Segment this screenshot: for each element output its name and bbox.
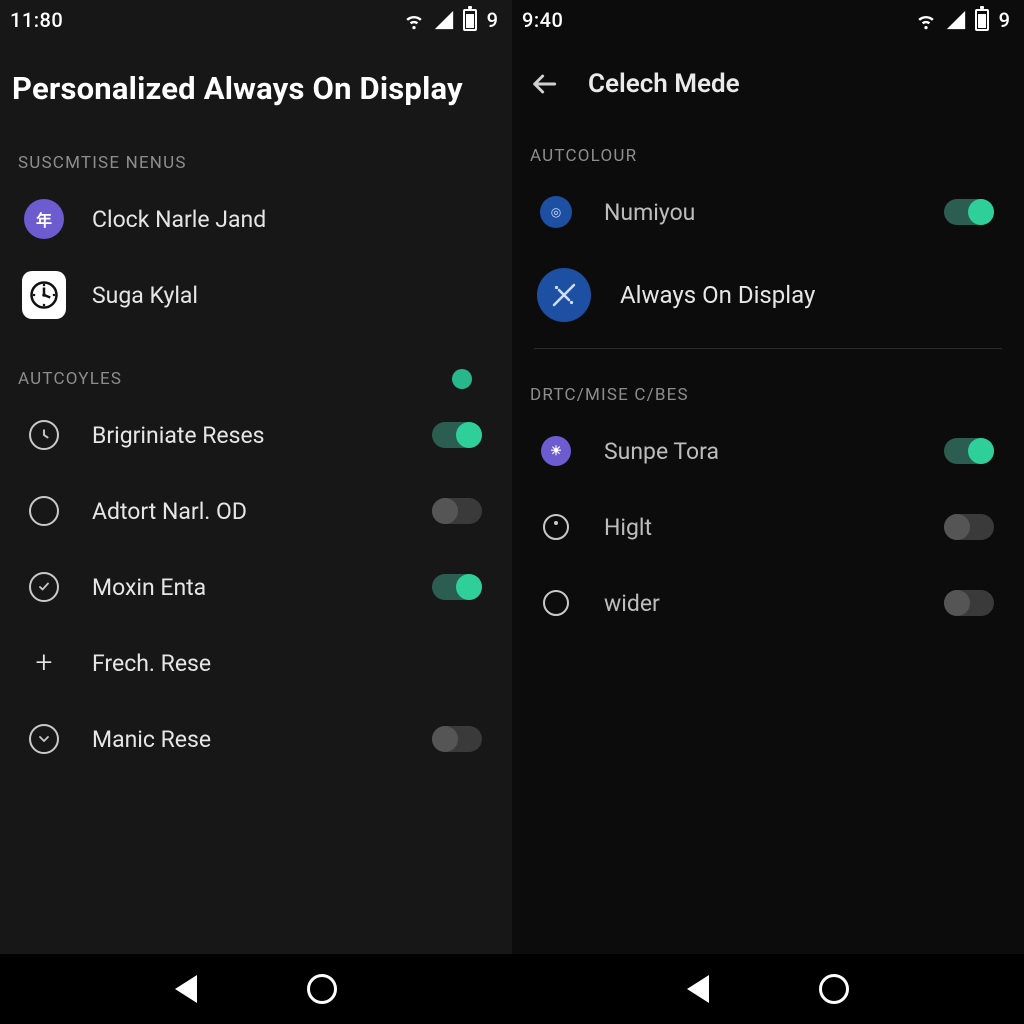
toggle-switch[interactable] [432, 574, 482, 600]
row-label: Adtort Narl. OD [92, 498, 406, 525]
page-title: Celech Mede [588, 69, 740, 99]
clock-style-icon: 年 [22, 197, 66, 241]
battery-icon [975, 9, 989, 31]
feature-icon: ◎ [534, 190, 578, 234]
feature-icon: ☀ [534, 429, 578, 473]
toggle-switch[interactable] [432, 422, 482, 448]
battery-icon [463, 9, 477, 31]
row-moxin[interactable]: Moxin Enta [0, 549, 512, 625]
checkmark-circle-icon [22, 565, 66, 609]
clock-face-icon [22, 273, 66, 317]
app-bar: Personalized Always On Display [0, 40, 512, 117]
row-adtort[interactable]: Adtort Narl. OD [0, 473, 512, 549]
circle-outline-icon [22, 489, 66, 533]
wifi-icon [915, 9, 937, 31]
toggle-switch[interactable] [944, 199, 994, 225]
section-label-autocoyles: AUTCOYLES [0, 333, 512, 397]
chevron-down-circle-icon [22, 717, 66, 761]
row-label: Sunpe Tora [604, 438, 918, 465]
content-area: AUTCOLOUR ◎ Numiyou Always On Display DR… [512, 110, 1024, 1024]
row-label: wider [604, 590, 918, 617]
row-clock-face[interactable]: Suga Kylal [0, 257, 512, 333]
row-sunpe[interactable]: ☀ Sunpe Tora [512, 413, 1024, 489]
row-numiyou[interactable]: ◎ Numiyou [512, 174, 1024, 250]
nav-home-icon[interactable] [819, 974, 849, 1004]
signal-icon [433, 9, 455, 31]
battery-level: 9 [487, 8, 498, 32]
toggle-switch[interactable] [944, 514, 994, 540]
nav-bar [512, 954, 1024, 1024]
row-wider[interactable]: wider [512, 565, 1024, 641]
page-title: Personalized Always On Display [12, 70, 496, 107]
content-area: SUSCMTISE NENUS 年 Clock Narle Jand Suga … [0, 117, 512, 1024]
row-always-on-display[interactable]: Always On Display [512, 250, 1024, 340]
aod-icon [534, 273, 594, 317]
nav-back-icon[interactable] [687, 975, 709, 1003]
row-frech[interactable]: + Frech. Rese [0, 625, 512, 701]
toggle-switch[interactable] [432, 726, 482, 752]
row-manic[interactable]: Manic Rese [0, 701, 512, 777]
row-label: Higlt [604, 514, 918, 541]
phone-right: 9:40 9 Celech Mede AUTCOLOUR ◎ Numiyou [512, 0, 1024, 1024]
row-label: Always On Display [620, 281, 994, 309]
row-label: Brigriniate Reses [92, 422, 406, 449]
row-label: Manic Rese [92, 726, 406, 753]
row-clock-style[interactable]: 年 Clock Narle Jand [0, 181, 512, 257]
status-time: 9:40 [522, 8, 563, 32]
nav-bar [0, 954, 512, 1024]
toggle-switch[interactable] [944, 438, 994, 464]
row-label: Moxin Enta [92, 574, 406, 601]
section-label-drtcmise: DRTC/MISE C/BES [512, 349, 1024, 413]
wifi-icon [403, 9, 425, 31]
app-bar: Celech Mede [512, 40, 1024, 110]
section-active-dot [452, 369, 472, 389]
clock-outline-icon [22, 413, 66, 457]
nav-home-icon[interactable] [307, 974, 337, 1004]
toggle-switch[interactable] [432, 498, 482, 524]
toggle-switch[interactable] [944, 590, 994, 616]
circle-outline-icon [534, 581, 578, 625]
status-icons: 9 [915, 8, 1010, 32]
plus-icon: + [22, 641, 66, 685]
status-time: 11:80 [10, 8, 63, 32]
row-label: Clock Narle Jand [92, 206, 482, 233]
phone-left: 11:80 9 Personalized Always On Display S… [0, 0, 512, 1024]
battery-level: 9 [999, 8, 1010, 32]
row-higlt[interactable]: Higlt [512, 489, 1024, 565]
nav-back-icon[interactable] [175, 975, 197, 1003]
row-label: Frech. Rese [92, 650, 482, 677]
row-label: Suga Kylal [92, 282, 482, 309]
status-bar: 11:80 9 [0, 0, 512, 40]
row-label: Numiyou [604, 199, 918, 226]
info-circle-icon [534, 505, 578, 549]
status-icons: 9 [403, 8, 498, 32]
back-button[interactable] [528, 68, 560, 100]
section-label-autcolour: AUTCOLOUR [512, 110, 1024, 174]
signal-icon [945, 9, 967, 31]
section-label-customise: SUSCMTISE NENUS [0, 117, 512, 181]
row-brightness[interactable]: Brigriniate Reses [0, 397, 512, 473]
status-bar: 9:40 9 [512, 0, 1024, 40]
